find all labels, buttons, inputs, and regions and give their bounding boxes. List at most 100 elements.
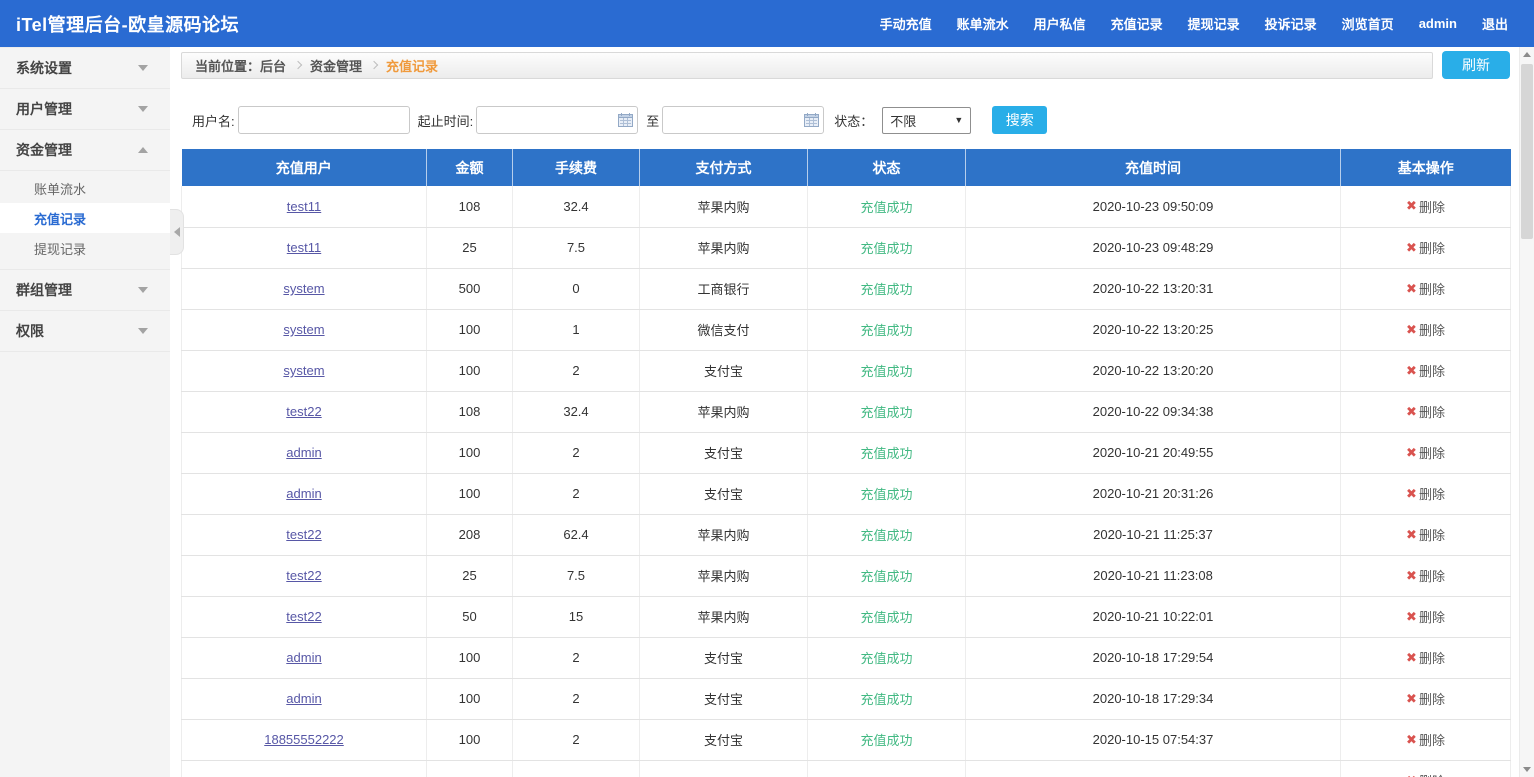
- calendar-icon[interactable]: [618, 113, 633, 127]
- delete-button[interactable]: ✖删除: [1406, 525, 1445, 544]
- table-header-row: 充值用户金额手续费支付方式状态充值时间基本操作: [182, 149, 1511, 186]
- vertical-scrollbar[interactable]: [1519, 47, 1534, 777]
- delete-x-icon: ✖: [1406, 322, 1417, 338]
- delete-button[interactable]: ✖删除: [1406, 607, 1445, 626]
- payment-method-cell: 苹果内购: [640, 186, 808, 227]
- time-cell: 2020-10-21 11:25:37: [966, 514, 1341, 555]
- status-cell: 充值成功: [808, 678, 966, 719]
- delete-button[interactable]: ✖删除: [1406, 279, 1445, 298]
- delete-button[interactable]: ✖删除: [1406, 484, 1445, 503]
- amount-cell: 50: [427, 596, 513, 637]
- sidebar-group-permissions[interactable]: 权限: [0, 311, 170, 352]
- status-cell: 充值成功: [808, 432, 966, 473]
- arrow-down-icon: [1523, 767, 1531, 772]
- sidebar-group-label: 用户管理: [16, 99, 72, 119]
- scrollbar-thumb[interactable]: [1521, 64, 1533, 239]
- delete-button[interactable]: ✖删除: [1406, 197, 1445, 216]
- user-link[interactable]: test11: [287, 199, 321, 214]
- user-link[interactable]: admin: [286, 445, 321, 460]
- delete-button[interactable]: ✖删除: [1406, 361, 1445, 380]
- time-cell: 2020-10-21 10:22:01: [966, 596, 1341, 637]
- delete-x-icon: ✖: [1406, 240, 1417, 256]
- sidebar-group-system-settings[interactable]: 系统设置: [0, 48, 170, 89]
- delete-x-icon: ✖: [1406, 691, 1417, 707]
- sidebar-item-recharge-records[interactable]: 充值记录: [0, 203, 170, 233]
- user-link[interactable]: admin: [286, 650, 321, 665]
- delete-x-icon: ✖: [1406, 445, 1417, 461]
- status-cell: 充值成功: [808, 186, 966, 227]
- topnav-link[interactable]: admin: [1419, 16, 1457, 31]
- column-header: 充值用户: [182, 149, 427, 186]
- payment-method-cell: 支付宝: [640, 637, 808, 678]
- status-label: 状态：: [834, 111, 873, 130]
- delete-button[interactable]: ✖删除: [1406, 320, 1445, 339]
- user-link[interactable]: system: [283, 322, 324, 337]
- user-link[interactable]: system: [283, 281, 324, 296]
- delete-button[interactable]: ✖删除: [1406, 771, 1445, 777]
- time-cell: 2020-10-22 13:20:25: [966, 309, 1341, 350]
- time-cell: 2020-10-21 20:31:26: [966, 473, 1341, 514]
- delete-label: 删除: [1419, 402, 1445, 421]
- delete-button[interactable]: ✖删除: [1406, 402, 1445, 421]
- scroll-down-button[interactable]: [1520, 762, 1534, 777]
- sidebar-collapse-handle[interactable]: [170, 209, 184, 255]
- amount-cell: 100: [427, 637, 513, 678]
- delete-label: 删除: [1419, 771, 1445, 777]
- refresh-button[interactable]: 刷新: [1442, 51, 1510, 79]
- sidebar: 系统设置 用户管理 资金管理 账单流水 充值记录 提现记录 群组管理 权限: [0, 47, 170, 777]
- user-link[interactable]: test22: [286, 527, 321, 542]
- delete-button[interactable]: ✖删除: [1406, 648, 1445, 667]
- delete-label: 删除: [1419, 566, 1445, 585]
- status-select[interactable]: 不限 ▼: [882, 107, 971, 134]
- delete-x-icon: ✖: [1406, 198, 1417, 214]
- delete-x-icon: ✖: [1406, 609, 1417, 625]
- delete-x-icon: ✖: [1406, 281, 1417, 297]
- delete-label: 删除: [1419, 689, 1445, 708]
- search-button[interactable]: 搜索: [992, 106, 1047, 134]
- delete-x-icon: ✖: [1406, 363, 1417, 379]
- sidebar-group-funds-management[interactable]: 资金管理: [0, 130, 170, 171]
- topnav-link[interactable]: 充值记录: [1111, 14, 1163, 33]
- user-link[interactable]: test22: [286, 404, 321, 419]
- delete-button[interactable]: ✖删除: [1406, 566, 1445, 585]
- topnav-link[interactable]: 退出: [1482, 14, 1508, 33]
- fee-cell: 2: [513, 637, 640, 678]
- user-link[interactable]: test11: [287, 240, 321, 255]
- user-link[interactable]: test22: [286, 568, 321, 583]
- user-link[interactable]: admin: [286, 486, 321, 501]
- topnav-link[interactable]: 账单流水: [957, 14, 1009, 33]
- payment-method-cell: 工商银行: [640, 268, 808, 309]
- topnav-link[interactable]: 提现记录: [1188, 14, 1240, 33]
- start-date-input[interactable]: [477, 107, 618, 133]
- delete-button[interactable]: ✖删除: [1406, 730, 1445, 749]
- amount-cell: 108: [427, 186, 513, 227]
- amount-cell: 208: [427, 514, 513, 555]
- user-link[interactable]: 18855552222: [264, 732, 344, 747]
- sidebar-group-label: 系统设置: [16, 58, 72, 78]
- topnav-link[interactable]: 用户私信: [1034, 14, 1086, 33]
- username-input[interactable]: [238, 106, 410, 134]
- sidebar-group-user-management[interactable]: 用户管理: [0, 89, 170, 130]
- user-link[interactable]: admin: [286, 691, 321, 706]
- column-header: 充值时间: [966, 149, 1341, 186]
- topnav-link[interactable]: 投诉记录: [1265, 14, 1317, 33]
- sidebar-group-label: 资金管理: [16, 140, 72, 160]
- delete-button[interactable]: ✖删除: [1406, 443, 1445, 462]
- scroll-up-button[interactable]: [1520, 47, 1534, 62]
- topnav-link[interactable]: 浏览首页: [1342, 14, 1394, 33]
- end-date-input[interactable]: [663, 107, 804, 133]
- delete-button[interactable]: ✖删除: [1406, 689, 1445, 708]
- topnav-link[interactable]: 手动充值: [880, 14, 932, 33]
- status-cell: 充值成功: [808, 350, 966, 391]
- delete-button[interactable]: ✖删除: [1406, 238, 1445, 257]
- sidebar-item-withdraw-records[interactable]: 提现记录: [0, 233, 170, 263]
- user-link[interactable]: system: [283, 363, 324, 378]
- sidebar-group-label: 权限: [16, 321, 44, 341]
- user-link[interactable]: test22: [286, 609, 321, 624]
- sidebar-item-bill-flow[interactable]: 账单流水: [0, 173, 170, 203]
- fee-cell: 7.5: [513, 227, 640, 268]
- sidebar-group-group-management[interactable]: 群组管理: [0, 270, 170, 311]
- calendar-icon[interactable]: [804, 113, 819, 127]
- sidebar-group-label: 群组管理: [16, 280, 72, 300]
- breadcrumb-location: 当前位置：后台: [195, 56, 286, 75]
